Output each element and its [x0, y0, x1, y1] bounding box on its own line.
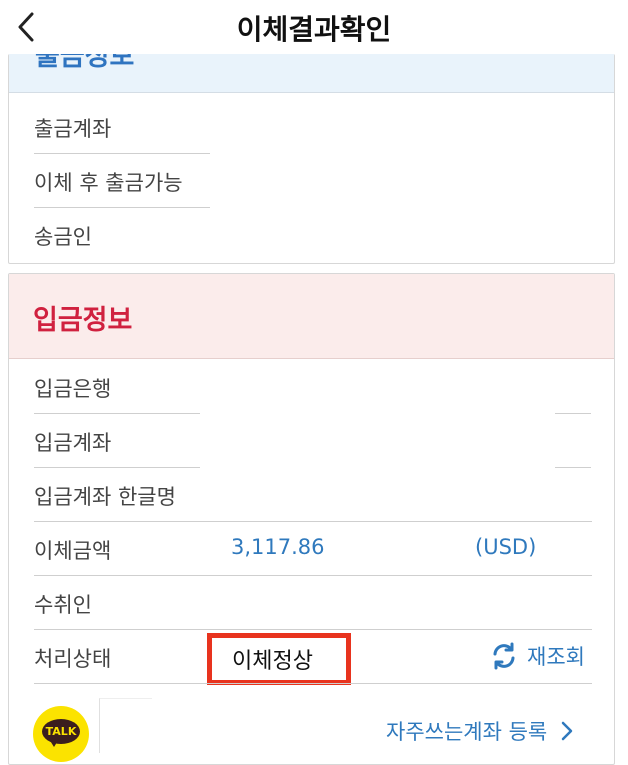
- withdraw-section-header: 출금정보: [9, 54, 614, 93]
- account-holder-row: 입금계좌 한글명: [9, 468, 614, 522]
- app-header: 이체결과확인: [0, 0, 628, 54]
- deposit-info-card: 입금정보 입금은행 입금계좌 입금계좌 한글명 이체금액 3,117.86 (U…: [8, 273, 615, 765]
- refresh-label: 재조회: [527, 645, 585, 669]
- sender-row: 송금인: [9, 208, 614, 262]
- favorite-link-label: 자주쓰는계좌 등록: [386, 720, 548, 744]
- blank-placeholder-box: [99, 698, 152, 753]
- process-status-row: 처리상태 이체정상 재조회: [9, 630, 614, 685]
- account-holder-label: 입금계좌 한글명: [34, 485, 176, 509]
- transfer-amount-label: 이체금액: [34, 539, 112, 563]
- refresh-button[interactable]: 재조회: [489, 641, 585, 671]
- kakaotalk-share-button[interactable]: TALK: [33, 706, 89, 762]
- withdraw-account-row: 출금계좌: [9, 100, 614, 154]
- recipient-row: 수취인: [9, 576, 614, 630]
- refresh-icon: [493, 642, 515, 670]
- footer-row: TALK 자주쓰는계좌 등록: [9, 684, 614, 764]
- sender-label: 송금인: [34, 225, 92, 249]
- deposit-account-label: 입금계좌: [34, 431, 112, 455]
- withdraw-info-card: 출금정보 출금계좌 이체 후 출금가능 송금인: [8, 54, 615, 264]
- page-title: 이체결과확인: [236, 13, 392, 46]
- withdraw-section-title: 출금정보: [35, 54, 135, 72]
- process-status-label: 처리상태: [34, 647, 112, 671]
- deposit-bank-label: 입금은행: [34, 377, 112, 401]
- withdraw-account-label: 출금계좌: [34, 117, 112, 141]
- deposit-bank-row: 입금은행: [9, 360, 614, 414]
- chevron-right-icon: [562, 721, 573, 741]
- register-favorite-account-link[interactable]: 자주쓰는계좌 등록: [386, 716, 573, 746]
- deposit-section-header: 입금정보: [9, 274, 614, 359]
- deposit-account-row: 입금계좌: [9, 414, 614, 468]
- status-value: 이체정상: [232, 649, 313, 674]
- recipient-label: 수취인: [34, 593, 92, 617]
- transfer-currency: (USD): [475, 535, 537, 559]
- available-balance-row: 이체 후 출금가능: [9, 154, 614, 208]
- kakao-talk-label: TALK: [45, 725, 77, 738]
- transfer-amount-value: 3,117.86: [231, 535, 325, 559]
- transfer-amount-row: 이체금액 3,117.86 (USD): [9, 522, 614, 576]
- available-balance-label: 이체 후 출금가능: [34, 171, 183, 195]
- deposit-section-title: 입금정보: [33, 305, 133, 336]
